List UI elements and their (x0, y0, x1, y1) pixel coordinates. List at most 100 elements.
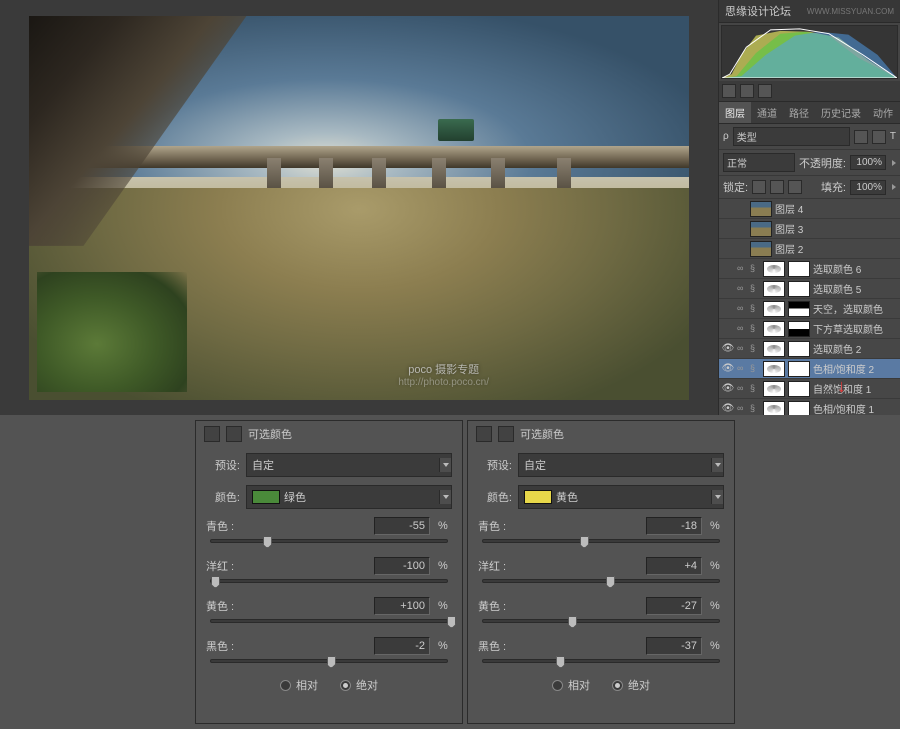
mask-thumb[interactable] (788, 381, 810, 397)
fill-value[interactable]: 100% (850, 180, 886, 195)
mask-thumb[interactable] (788, 361, 810, 377)
chevron-right-icon[interactable] (892, 184, 896, 190)
slider-track[interactable] (482, 539, 720, 543)
slider-knob[interactable] (580, 536, 589, 548)
slider-input[interactable] (374, 517, 430, 535)
tab-actions[interactable]: 动作 (867, 102, 899, 123)
filter-kind[interactable]: 类型 (733, 127, 850, 146)
slider-input[interactable] (646, 517, 702, 535)
lock-pixels-icon[interactable] (752, 180, 766, 194)
layer-row[interactable]: 👁∞§自然饱和度 1 (719, 379, 900, 399)
layer-row[interactable]: 👁∞§色相/饱和度 1 (719, 399, 900, 415)
slider-knob[interactable] (211, 576, 220, 588)
slider-track[interactable] (210, 619, 448, 623)
slider-knob[interactable] (556, 656, 565, 668)
slider-track[interactable] (210, 659, 448, 663)
radio-absolute[interactable]: 绝对 (340, 677, 378, 693)
visibility-icon[interactable]: 👁 (722, 363, 734, 375)
slider-input[interactable] (646, 557, 702, 575)
visibility-icon[interactable]: 👁 (722, 343, 734, 355)
fx-icon: § (750, 343, 760, 355)
slider-knob[interactable] (263, 536, 272, 548)
visibility-icon[interactable] (722, 223, 734, 235)
visibility-icon[interactable]: 👁 (722, 383, 734, 395)
histo-icon[interactable] (722, 84, 736, 98)
mask-thumb[interactable] (788, 321, 810, 337)
link-icon[interactable]: ∞ (737, 383, 747, 395)
blend-mode[interactable]: 正常 (723, 153, 795, 172)
slider-input[interactable] (374, 637, 430, 655)
color-dropdown[interactable]: 绿色 (246, 485, 452, 509)
slider-knob[interactable] (568, 616, 577, 628)
slider-input[interactable] (374, 597, 430, 615)
slider-knob[interactable] (327, 656, 336, 668)
slider-track[interactable] (482, 619, 720, 623)
mask-thumb[interactable] (788, 341, 810, 357)
link-icon[interactable] (737, 203, 747, 215)
preset-dropdown[interactable]: 自定 (246, 453, 452, 477)
visibility-icon[interactable] (722, 303, 734, 315)
slider-track[interactable] (210, 579, 448, 583)
tab-history[interactable]: 历史记录 (815, 102, 867, 123)
visibility-icon[interactable] (722, 203, 734, 215)
canvas-area[interactable]: poco 摄影专题 http://photo.poco.cn/ (0, 0, 718, 415)
lock-all-icon[interactable] (788, 180, 802, 194)
layer-row[interactable]: ∞§选取颜色 5 (719, 279, 900, 299)
histo-icon[interactable] (758, 84, 772, 98)
link-icon[interactable]: ∞ (737, 403, 747, 415)
link-icon[interactable] (737, 223, 747, 235)
chevron-right-icon[interactable] (892, 160, 896, 166)
visibility-icon[interactable] (722, 243, 734, 255)
link-icon[interactable]: ∞ (737, 303, 747, 315)
mask-thumb[interactable] (788, 301, 810, 317)
histo-icon[interactable] (740, 84, 754, 98)
visibility-icon[interactable] (722, 323, 734, 335)
filter-icon[interactable] (854, 130, 868, 144)
radio-absolute[interactable]: 绝对 (612, 677, 650, 693)
layer-row[interactable]: 👁∞§选取颜色 2 (719, 339, 900, 359)
slider-track[interactable] (482, 579, 720, 583)
color-dropdown[interactable]: 黄色 (518, 485, 724, 509)
link-icon[interactable]: ∞ (737, 263, 747, 275)
filter-icon[interactable] (872, 130, 886, 144)
layer-row[interactable]: ∞§天空，选取颜色 (719, 299, 900, 319)
mask-icon[interactable] (498, 426, 514, 442)
slider-input[interactable] (646, 637, 702, 655)
adjustment-icon[interactable] (476, 426, 492, 442)
radio-relative[interactable]: 相对 (280, 677, 318, 693)
layer-list[interactable]: 图层 4图层 3图层 2∞§选取颜色 6∞§选取颜色 5∞§天空，选取颜色∞§下… (719, 199, 900, 415)
lock-pos-icon[interactable] (770, 180, 784, 194)
visibility-icon[interactable] (722, 263, 734, 275)
tab-layers[interactable]: 图层 (719, 102, 751, 123)
link-icon[interactable]: ∞ (737, 283, 747, 295)
preset-dropdown[interactable]: 自定 (518, 453, 724, 477)
link-icon[interactable] (737, 243, 747, 255)
link-icon[interactable]: ∞ (737, 323, 747, 335)
adjustment-icon[interactable] (204, 426, 220, 442)
slider-knob[interactable] (606, 576, 615, 588)
histogram[interactable] (721, 25, 898, 79)
radio-relative[interactable]: 相对 (552, 677, 590, 693)
mask-thumb[interactable] (788, 261, 810, 277)
mask-thumb[interactable] (788, 401, 810, 416)
layer-row[interactable]: 图层 2 (719, 239, 900, 259)
layer-row[interactable]: 图层 4 (719, 199, 900, 219)
layer-row[interactable]: 图层 3 (719, 219, 900, 239)
layer-row[interactable]: ∞§下方草选取颜色 (719, 319, 900, 339)
link-icon[interactable]: ∞ (737, 343, 747, 355)
tab-channels[interactable]: 通道 (751, 102, 783, 123)
slider-track[interactable] (210, 539, 448, 543)
link-icon[interactable]: ∞ (737, 363, 747, 375)
visibility-icon[interactable]: 👁 (722, 403, 734, 415)
layer-row[interactable]: 👁∞§色相/饱和度 2 (719, 359, 900, 379)
slider-knob[interactable] (447, 616, 456, 628)
opacity-value[interactable]: 100% (850, 155, 886, 170)
tab-paths[interactable]: 路径 (783, 102, 815, 123)
mask-thumb[interactable] (788, 281, 810, 297)
slider-input[interactable] (646, 597, 702, 615)
slider-track[interactable] (482, 659, 720, 663)
mask-icon[interactable] (226, 426, 242, 442)
slider-input[interactable] (374, 557, 430, 575)
visibility-icon[interactable] (722, 283, 734, 295)
layer-row[interactable]: ∞§选取颜色 6 (719, 259, 900, 279)
